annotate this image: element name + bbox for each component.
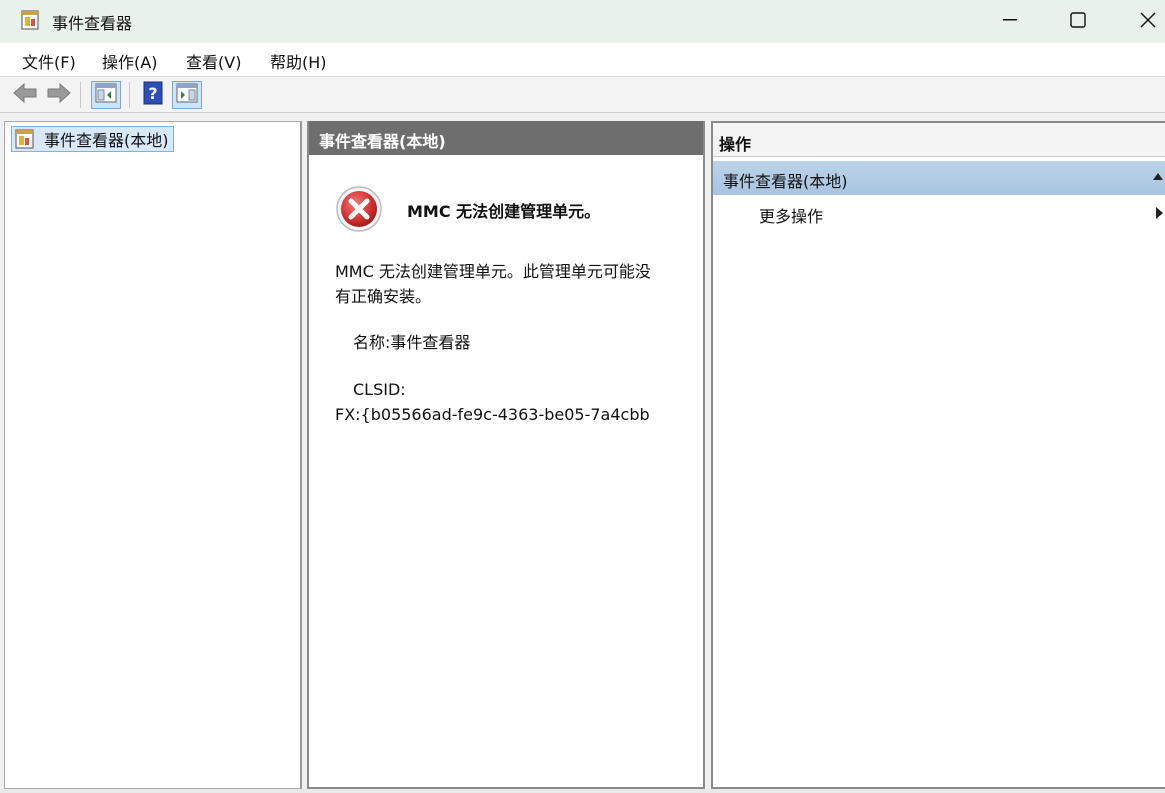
collapse-arrow-icon[interactable] — [1153, 173, 1163, 180]
tree-item-label: 事件查看器(本地) — [44, 131, 169, 150]
forward-button[interactable] — [44, 81, 74, 109]
event-viewer-icon — [14, 129, 36, 149]
error-title: MMC 无法创建管理单元。 — [407, 202, 601, 221]
actions-pane-header: 操作 — [713, 123, 1165, 157]
menu-bar: 文件(F) 操作(A) 查看(V) 帮助(H) — [0, 43, 1165, 77]
actions-pane: 操作 事件查看器(本地) 更多操作 — [711, 121, 1165, 789]
minimize-button[interactable] — [980, 0, 1040, 40]
toolbar-separator — [129, 82, 130, 108]
help-icon: ? — [143, 81, 163, 109]
title-bar: 事件查看器 — [0, 0, 1165, 43]
more-actions-item[interactable]: 更多操作 — [759, 203, 823, 227]
event-viewer-icon — [20, 9, 42, 31]
submenu-arrow-icon[interactable] — [1156, 207, 1163, 219]
result-pane-header: 事件查看器(本地) — [309, 121, 703, 155]
forward-arrow-icon — [46, 82, 72, 108]
window-title: 事件查看器 — [52, 14, 133, 33]
toolbar-separator — [80, 82, 81, 108]
back-button[interactable] — [10, 81, 40, 109]
maximize-button[interactable] — [1048, 0, 1108, 40]
back-arrow-icon — [12, 82, 38, 108]
show-hide-action-pane-button[interactable] — [172, 81, 202, 109]
clsid-label: CLSID: — [353, 380, 406, 399]
show-hide-action-pane-icon — [176, 83, 198, 107]
close-button[interactable] — [1118, 0, 1165, 40]
help-button[interactable]: ? — [138, 81, 168, 109]
menu-action[interactable]: 操作(A) — [100, 49, 159, 73]
error-icon — [335, 185, 383, 233]
menu-help[interactable]: 帮助(H) — [268, 49, 329, 73]
tree-item-event-viewer-local[interactable]: 事件查看器(本地) — [11, 126, 174, 152]
result-pane: 事件查看器(本地) MMC 无法创建管理单元。 MMC 无法创建管理单元。此管理… — [307, 121, 705, 789]
menu-file[interactable]: 文件(F) — [20, 49, 78, 73]
toolbar: ? — [0, 77, 1165, 113]
show-hide-tree-icon — [95, 83, 117, 107]
actions-section-label: 事件查看器(本地) — [723, 172, 848, 191]
menu-view[interactable]: 查看(V) — [184, 49, 243, 73]
svg-text:?: ? — [148, 84, 157, 103]
snapin-name: 名称:事件查看器 — [353, 333, 471, 352]
console-tree-pane: 事件查看器(本地) — [4, 121, 302, 789]
error-message: MMC 无法创建管理单元。此管理单元可能没有正确安装。 — [335, 262, 651, 306]
status-bar — [0, 789, 1165, 793]
show-hide-tree-button[interactable] — [91, 81, 121, 109]
actions-section-event-viewer-local[interactable]: 事件查看器(本地) — [713, 161, 1165, 195]
clsid-value: FX:{b05566ad-fe9c-4363-be05-7a4cbb — [335, 405, 650, 424]
